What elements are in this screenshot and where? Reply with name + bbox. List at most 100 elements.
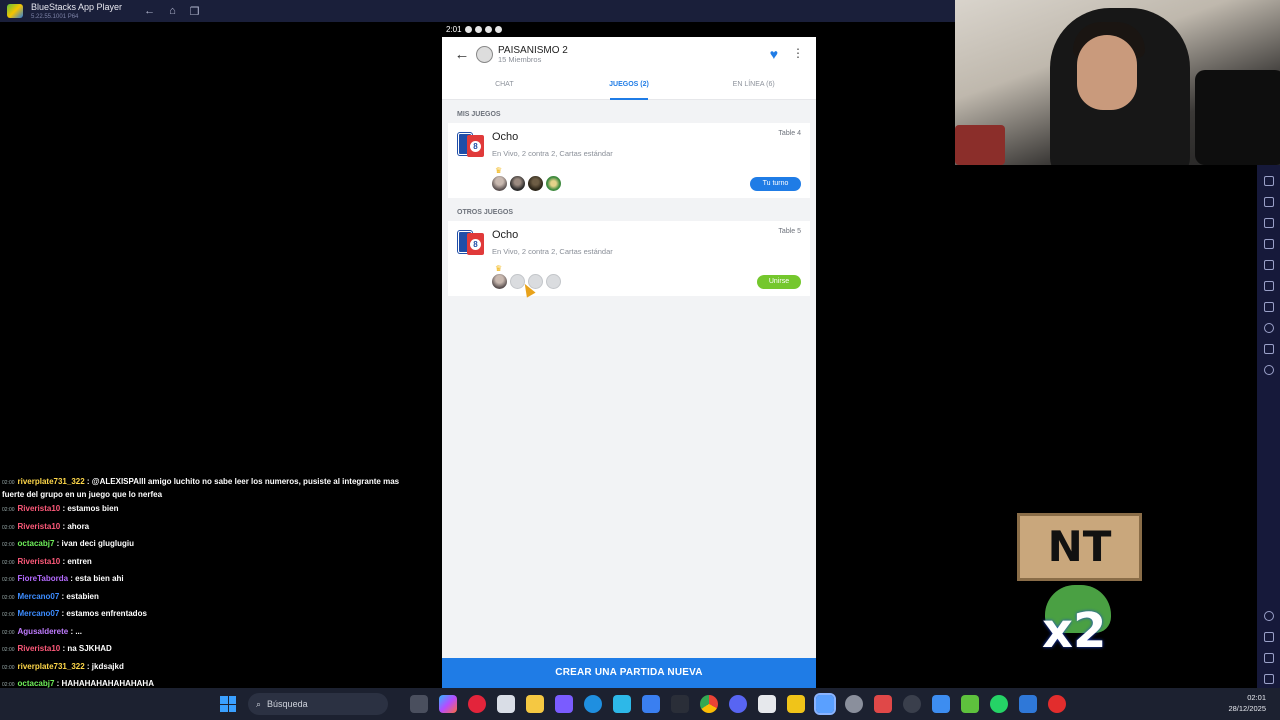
settings-icon[interactable]: [1263, 611, 1274, 621]
chat-username[interactable]: Riverista10: [18, 504, 61, 513]
screenshot-icon[interactable]: [1263, 197, 1274, 207]
back-arrow-icon[interactable]: ←: [450, 46, 474, 63]
app-icon[interactable]: [1048, 695, 1066, 713]
chat-timestamp: 02:00: [2, 559, 15, 566]
settings-taskbar-icon[interactable]: [845, 695, 863, 713]
chat-message: 02:00 FioreTaborda : esta bien ahi: [2, 571, 422, 589]
sidebar-back-icon[interactable]: [1263, 632, 1274, 642]
notepad-icon[interactable]: [642, 695, 660, 713]
game-title: Ocho: [492, 229, 519, 241]
game-card-table-4[interactable]: 8 Ocho En Vivo, 2 contra 2, Cartas están…: [448, 123, 810, 198]
player-avatar[interactable]: [492, 176, 507, 191]
search-placeholder: Búsqueda: [267, 699, 308, 709]
app-icon[interactable]: [874, 695, 892, 713]
pen-app-icon[interactable]: [555, 695, 573, 713]
terminal-icon[interactable]: [671, 695, 689, 713]
recent-apps-icon[interactable]: ❐: [190, 5, 200, 18]
favorite-heart-icon[interactable]: ♥: [770, 46, 778, 62]
chat-username[interactable]: Riverista10: [18, 522, 61, 531]
stream-chat: 02:00 riverplate731_322 : @ALEXISPAlll am…: [2, 476, 422, 720]
app-icon[interactable]: [932, 695, 950, 713]
chat-username[interactable]: octacabj7: [18, 539, 55, 548]
chat-text: : esta bien ahi: [70, 574, 124, 583]
performance-icon[interactable]: [1263, 176, 1274, 186]
bluestacks-multi-icon[interactable]: [961, 695, 979, 713]
record-icon[interactable]: [1263, 218, 1274, 228]
your-turn-button[interactable]: Tu turno: [750, 177, 801, 191]
multi-instance-icon[interactable]: [1263, 281, 1274, 291]
ocho-game-icon: 8: [458, 133, 486, 157]
chat-message: 02:00 Riverista10 : na SJKHAD: [2, 641, 422, 659]
opera-icon[interactable]: [468, 695, 486, 713]
chat-username[interactable]: FioreTaborda: [18, 574, 69, 583]
chat-username[interactable]: riverplate731_322: [18, 662, 85, 671]
player-avatar[interactable]: [546, 176, 561, 191]
group-members-count: 15 Miembros: [498, 54, 542, 64]
tab-chat[interactable]: CHAT: [442, 72, 567, 99]
layers-icon[interactable]: [1263, 344, 1274, 354]
ocho-game-icon: 8: [458, 231, 486, 255]
notification-icon: [494, 26, 502, 33]
chat-timestamp: 02:00: [2, 594, 15, 601]
home-nav-icon[interactable]: ⌂: [169, 5, 176, 18]
emote-multiplier: x2: [1042, 603, 1107, 659]
airplane-icon[interactable]: [1263, 260, 1274, 270]
player-avatar[interactable]: [492, 274, 507, 289]
taskbar-clock[interactable]: 02:01 28/12/2025: [1228, 692, 1266, 715]
bluestacks-titlebar: BlueStacks App Player 5.22.55.1001 P64 ←…: [0, 0, 955, 22]
media-icon[interactable]: [1263, 239, 1274, 249]
table-number: Table 5: [778, 228, 801, 235]
chat-username[interactable]: Mercano07: [18, 592, 60, 601]
chat-timestamp: 02:00: [2, 664, 15, 671]
chat-username[interactable]: octacabj7: [18, 679, 55, 688]
chat-message: 02:00 riverplate731_322 : @ALEXISPAlll am…: [2, 476, 422, 501]
game-card-table-5[interactable]: 8 Ocho En Vivo, 2 contra 2, Cartas están…: [448, 221, 810, 298]
chat-text: : ...: [70, 626, 82, 636]
app-icon[interactable]: [787, 695, 805, 713]
taskbar-search[interactable]: ⌕ Búsqueda: [248, 693, 388, 715]
chat-message: 02:00 octacabj7 : ivan deci gluglugiu: [2, 536, 422, 554]
more-menu-icon[interactable]: ⋮: [792, 46, 804, 60]
create-new-game-button[interactable]: CREAR UNA PARTIDA NUEVA: [442, 658, 816, 688]
bluestacks-taskbar-icon[interactable]: [814, 693, 836, 715]
tab-online[interactable]: EN LÍNEA (6): [691, 72, 816, 99]
back-nav-icon[interactable]: ←: [144, 5, 155, 18]
windows-start-icon[interactable]: [220, 696, 236, 712]
player-avatar[interactable]: [510, 176, 525, 191]
sidebar-home-icon[interactable]: [1263, 653, 1274, 663]
whatsapp-icon[interactable]: [990, 695, 1008, 713]
chat-text: : HAHAHAHAHAHAHAHA: [56, 679, 154, 688]
copilot-icon[interactable]: [439, 695, 457, 713]
group-avatar[interactable]: [476, 46, 493, 63]
chat-username[interactable]: Mercano07: [18, 609, 60, 618]
player-avatar[interactable]: [528, 176, 543, 191]
chat-message: 02:00 riverplate731_322 : jkdsajkd: [2, 659, 422, 677]
app-icon[interactable]: [903, 695, 921, 713]
chat-text: : entren: [62, 556, 92, 566]
chat-username[interactable]: riverplate731_322: [18, 477, 85, 486]
chat-username[interactable]: Agusalderete: [18, 627, 69, 636]
chrome-icon[interactable]: [700, 695, 718, 713]
tab-bar: CHAT JUEGOS (2) EN LÍNEA (6): [442, 72, 816, 100]
discord-icon[interactable]: [729, 695, 747, 713]
chat-message: 02:00 Riverista10 : estamos bien: [2, 501, 422, 519]
sidebar-recent-icon[interactable]: [1263, 674, 1274, 684]
mail-icon[interactable]: [1019, 695, 1037, 713]
chat-timestamp: 02:00: [2, 612, 15, 618]
obs-icon[interactable]: [758, 695, 776, 713]
ccleaner-icon[interactable]: [613, 695, 631, 713]
file-explorer-icon[interactable]: [526, 695, 544, 713]
sync-icon[interactable]: [1263, 365, 1274, 375]
chat-text: : ahora: [62, 521, 90, 531]
edge-icon[interactable]: [584, 695, 602, 713]
eco-icon[interactable]: [1263, 302, 1274, 312]
chat-username[interactable]: Riverista10: [18, 644, 61, 653]
location-icon[interactable]: [1263, 323, 1274, 333]
chat-username[interactable]: Riverista10: [18, 557, 61, 566]
join-button[interactable]: Unirse: [757, 275, 801, 289]
chat-text: : estamos enfrentados: [61, 609, 147, 618]
task-view-icon[interactable]: [410, 695, 428, 713]
empty-seat-icon[interactable]: [546, 274, 561, 289]
tab-games[interactable]: JUEGOS (2): [567, 72, 692, 99]
store-icon[interactable]: [497, 695, 515, 713]
